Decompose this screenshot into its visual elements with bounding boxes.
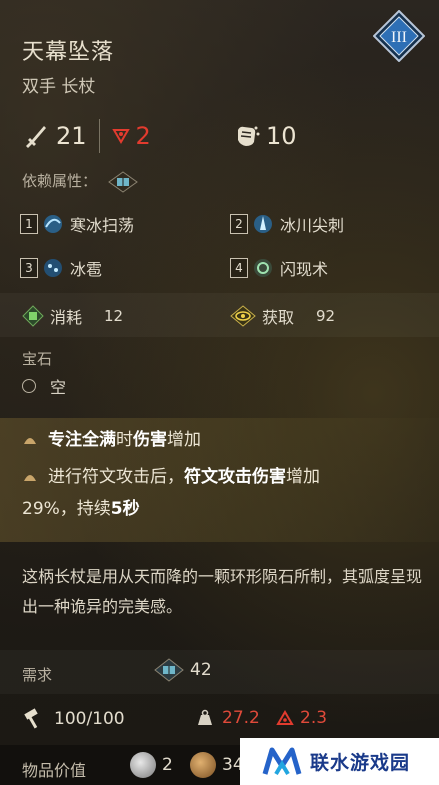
- hammer-icon: [24, 708, 38, 729]
- skill-slot-number: 3: [20, 258, 38, 278]
- item-name: 天幕坠落: [22, 40, 115, 65]
- gain-label: 获取: [262, 308, 295, 327]
- skill-4[interactable]: 4 闪现术: [230, 256, 328, 280]
- empty-gem-circle-icon: [22, 379, 36, 393]
- requirement-row: [0, 650, 439, 694]
- watermark-text: 联水游戏园: [310, 752, 411, 774]
- skill-name: 闪现术: [280, 260, 329, 279]
- gem-slot[interactable]: 空: [22, 374, 66, 398]
- gain-value: 92: [316, 307, 336, 325]
- watermark-logo-icon: [262, 747, 302, 775]
- gain-eye-icon: [230, 305, 256, 327]
- gem-slot-text: 空: [50, 378, 67, 397]
- coin-bronze: 34: [190, 752, 244, 778]
- tier-badge-icon: III: [373, 10, 425, 62]
- attack-stat: 21 2: [22, 116, 151, 156]
- durability: 100/100: [22, 708, 125, 730]
- glacier-spike-icon: [254, 215, 272, 233]
- silver-coin-icon: [130, 752, 156, 778]
- hail-icon: [44, 259, 62, 277]
- book-icon: [107, 170, 138, 193]
- tier-badge-text: III: [391, 29, 407, 46]
- book-icon: [154, 658, 184, 682]
- consume-cost: 消耗 12: [22, 304, 123, 328]
- affix-2: 进行符文攻击后，符文攻击伤害增加: [22, 462, 320, 492]
- red-stat-2-value: 2.3: [300, 708, 328, 728]
- skill-1[interactable]: 1 寒冰扫荡: [20, 212, 134, 236]
- skill-name: 冰雹: [70, 260, 103, 279]
- dependency-label: 依赖属性：: [22, 170, 138, 193]
- affix-bullet-icon: [24, 475, 36, 481]
- watermark: 联水游戏园: [240, 738, 439, 785]
- requirement-label: 需求: [22, 666, 53, 684]
- skill-slot-number: 2: [230, 214, 248, 234]
- value-label: 物品价值: [22, 761, 87, 780]
- weight-icon: [198, 709, 212, 725]
- lore-text: 这柄长杖是用从天而降的一颗环形陨石所制，其弧度呈现出一种诡异的完美感。: [22, 567, 423, 616]
- affix-bullet-icon: [24, 438, 36, 444]
- item-tooltip-card: III 天幕坠落 双手 长杖 21 2 10 依赖属性： 1 寒冰扫荡 2 冰川…: [0, 0, 439, 785]
- red-triangle-icon: [276, 710, 294, 725]
- defense-value: 10: [266, 122, 297, 150]
- consume-value: 12: [104, 307, 124, 325]
- gem-label: 宝石: [22, 350, 53, 368]
- stat-divider: [98, 119, 100, 153]
- durability-value: 100/100: [54, 709, 125, 729]
- requirement-value: 42: [154, 658, 212, 682]
- skill-slot-number: 1: [20, 214, 38, 234]
- red-stat-2: 2.3: [276, 708, 327, 728]
- attack-bonus-value: 2: [135, 122, 151, 150]
- skill-3[interactable]: 3 冰雹: [20, 256, 102, 280]
- bronze-coin-icon: [190, 752, 216, 778]
- affix-1: 专注全满时伤害增加: [22, 425, 201, 455]
- skill-slot-number: 4: [230, 258, 248, 278]
- blink-icon: [254, 259, 272, 277]
- affix-2-cont: 29%，持续5秒: [22, 499, 140, 519]
- skill-name: 寒冰扫荡: [70, 216, 135, 235]
- skill-name: 冰川尖刺: [280, 216, 345, 235]
- consume-label: 消耗: [50, 308, 83, 327]
- fist-icon: [238, 126, 260, 146]
- attack-value: 21: [56, 122, 87, 150]
- defense-stat: 10: [232, 116, 297, 156]
- gain-cost: 获取 92: [230, 304, 335, 328]
- red-triangle-icon: [111, 129, 130, 144]
- coin-silver: 2: [130, 752, 173, 778]
- consume-icon: [22, 305, 44, 327]
- sword-icon: [26, 126, 46, 148]
- skill-2[interactable]: 2 冰川尖刺: [230, 212, 344, 236]
- item-type: 双手 长杖: [22, 77, 96, 97]
- weight-value: 27.2: [222, 708, 260, 728]
- ice-sweep-icon: [44, 215, 62, 233]
- weight-stat: 27.2: [196, 708, 260, 728]
